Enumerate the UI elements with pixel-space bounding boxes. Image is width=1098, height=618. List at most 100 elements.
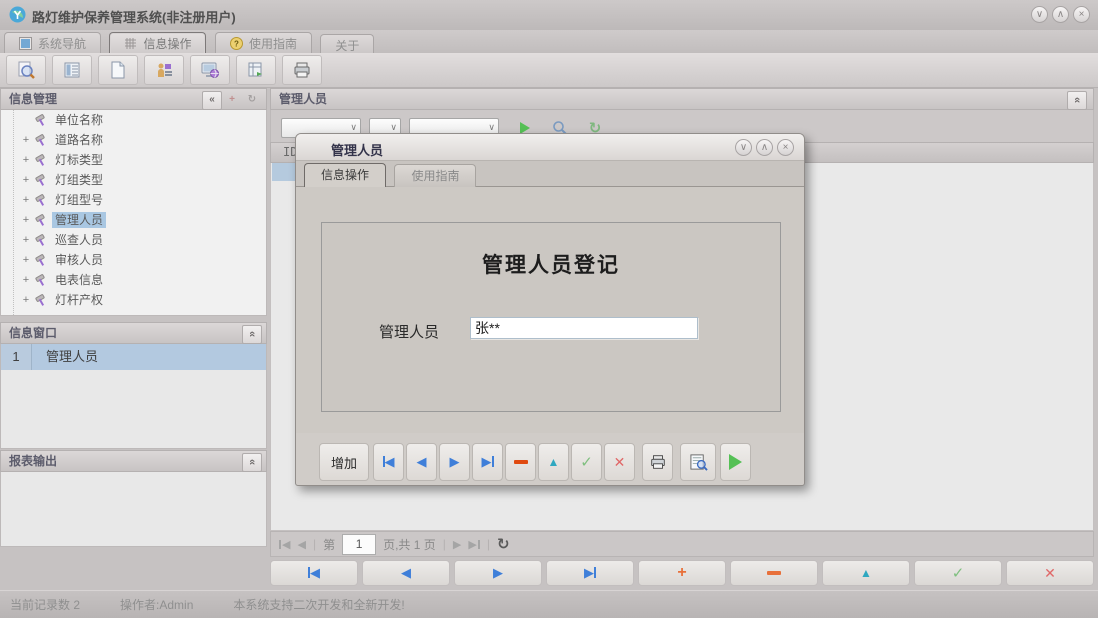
content-panel-header: 管理人员 « — [270, 88, 1094, 110]
app-logo — [9, 6, 26, 23]
print-preview-icon — [689, 453, 708, 471]
first-record-button[interactable]: ◀ — [373, 443, 404, 481]
tree-expander[interactable]: + — [19, 214, 33, 226]
print-preview-button[interactable] — [680, 443, 716, 481]
dialog-title: 管理人员 — [331, 140, 383, 159]
restore-icon[interactable]: ∧ — [1052, 6, 1069, 23]
page-number-input[interactable] — [342, 534, 376, 555]
nav-delete-button[interactable] — [730, 560, 818, 586]
cancel-button[interactable]: ✕ — [604, 443, 635, 481]
nav-last-button[interactable]: ▶ — [546, 560, 634, 586]
tree-expander[interactable]: + — [19, 294, 33, 306]
title-bar: 路灯维护保养管理系统(非注册用户) ∨ ∧ × — [0, 0, 1098, 31]
dialog-tab-user-guide[interactable]: 使用指南 — [394, 164, 476, 187]
tree-item-managers[interactable]: + 管理人员 — [1, 210, 266, 230]
tab-user-guide[interactable]: ? 使用指南 — [215, 32, 312, 54]
blue-square-icon — [19, 37, 32, 50]
tree-item-lamp-mark-type[interactable]: + 灯标类型 — [1, 150, 266, 170]
collapse-left-icon[interactable]: « — [202, 91, 222, 110]
list-item[interactable]: 1 管理人员 — [1, 344, 266, 370]
edit-record-button[interactable]: ▲ — [538, 443, 569, 481]
tree-item-inspectors[interactable]: + 巡查人员 — [1, 230, 266, 250]
manager-name-input[interactable] — [470, 317, 698, 339]
hammer-icon — [33, 154, 49, 167]
dialog-close-icon[interactable]: × — [777, 139, 794, 156]
run-button[interactable] — [720, 443, 751, 481]
page-prev-button[interactable]: ◀ — [297, 538, 305, 551]
add-button[interactable]: 增加 — [319, 443, 369, 481]
tree-item-label: 灯标类型 — [52, 152, 106, 168]
tree-item-label: 巡查人员 — [52, 232, 106, 248]
tree-guide-line — [13, 110, 14, 315]
info-tree: 单位名称 + 道路名称 + 灯标类型 + 灯组类型 + 灯组型号 + 管理人员 — [0, 110, 267, 316]
hammer-icon — [33, 174, 49, 187]
tree-expander[interactable]: + — [19, 254, 33, 266]
printer-button[interactable] — [282, 55, 322, 85]
pager-refresh-icon[interactable]: ↻ — [497, 535, 510, 553]
nav-prev-button[interactable]: ◀ — [362, 560, 450, 586]
tree-item-lamp-group-model[interactable]: + 灯组型号 — [1, 190, 266, 210]
status-bar: 当前记录数 2 操作者:Admin 本系统支持二次开发和全新开发! — [0, 590, 1098, 618]
collapse-up-icon[interactable]: « — [242, 325, 262, 344]
tree-item-road-name[interactable]: + 道路名称 — [1, 130, 266, 150]
close-icon[interactable]: × — [1073, 6, 1090, 23]
delete-record-button[interactable] — [505, 443, 536, 481]
next-record-button[interactable]: ▶ — [439, 443, 470, 481]
hammer-icon — [33, 114, 49, 127]
table-export-button[interactable] — [236, 55, 276, 85]
collapse-up-icon[interactable]: « — [242, 453, 262, 472]
dialog-title-bar[interactable]: 管理人员 ∨ ∧ × — [296, 134, 804, 161]
tree-expander[interactable]: + — [19, 194, 33, 206]
dialog-minimize-icon[interactable]: ∨ — [735, 139, 752, 156]
page-last-button[interactable]: ▶ — [468, 538, 479, 551]
print-button[interactable] — [642, 443, 673, 481]
tree-expander[interactable]: + — [19, 134, 33, 146]
prev-record-button[interactable]: ◀ — [406, 443, 437, 481]
confirm-button[interactable]: ✓ — [571, 443, 602, 481]
dialog-restore-icon[interactable]: ∧ — [756, 139, 773, 156]
minimize-icon[interactable]: ∨ — [1031, 6, 1048, 23]
nav-confirm-button[interactable]: ✓ — [914, 560, 1002, 586]
tree-item-pole-ownership[interactable]: + 灯杆产权 — [1, 290, 266, 310]
main-tab-bar: 系统导航 信息操作 ? 使用指南 关于 — [0, 30, 1098, 54]
chevron-down-icon: ∨ — [390, 122, 397, 133]
form-list-button[interactable] — [52, 55, 92, 85]
monitor-web-button[interactable] — [190, 55, 230, 85]
dialog-tab-info-operation[interactable]: 信息操作 — [304, 163, 386, 187]
tree-expander[interactable]: + — [19, 154, 33, 166]
tree-item-lamp-group-type[interactable]: + 灯组类型 — [1, 170, 266, 190]
tree-expander[interactable]: + — [19, 274, 33, 286]
last-record-button[interactable]: ▶ — [472, 443, 503, 481]
form-list-icon — [62, 60, 82, 80]
document-button[interactable] — [98, 55, 138, 85]
operator: 操作者:Admin — [120, 596, 193, 613]
document-icon — [108, 60, 128, 80]
tab-label: 关于 — [335, 37, 359, 54]
nav-add-button[interactable]: + — [638, 560, 726, 586]
search-button[interactable] — [6, 55, 46, 85]
tree-expander[interactable]: + — [19, 174, 33, 186]
window-title: 路灯维护保养管理系统(非注册用户) — [32, 7, 236, 26]
page-first-button[interactable]: ◀ — [279, 538, 290, 551]
tree-expander[interactable]: + — [19, 234, 33, 246]
tree-item-meter-info[interactable]: + 电表信息 — [1, 270, 266, 290]
managers-dialog: 管理人员 ∨ ∧ × 信息操作 使用指南 管理人员登记 管理人员 增加 ◀ ◀ … — [295, 133, 805, 486]
tree-item-unit-name[interactable]: 单位名称 — [1, 110, 266, 130]
add-icon[interactable]: + — [222, 91, 242, 110]
person-report-button[interactable] — [144, 55, 184, 85]
collapse-up-icon[interactable]: « — [1067, 91, 1087, 110]
help-coin-icon: ? — [230, 37, 243, 50]
tab-info-operation[interactable]: 信息操作 — [109, 32, 206, 54]
page-next-button[interactable]: ▶ — [453, 538, 461, 551]
nav-edit-button[interactable]: ▲ — [822, 560, 910, 586]
nav-first-button[interactable]: ◀ — [270, 560, 358, 586]
refresh-icon[interactable]: ↻ — [242, 91, 262, 110]
tab-system-nav[interactable]: 系统导航 — [4, 32, 101, 54]
nav-cancel-button[interactable]: ✕ — [1006, 560, 1094, 586]
chevron-down-icon: ∨ — [350, 122, 357, 133]
nav-next-button[interactable]: ▶ — [454, 560, 542, 586]
tree-item-auditors[interactable]: + 审核人员 — [1, 250, 266, 270]
pager-bar: ◀ ◀ | 第 页,共 1 页 | ▶ ▶ | ↻ — [270, 531, 1094, 557]
play-icon — [729, 454, 742, 470]
hammer-icon — [33, 254, 49, 267]
